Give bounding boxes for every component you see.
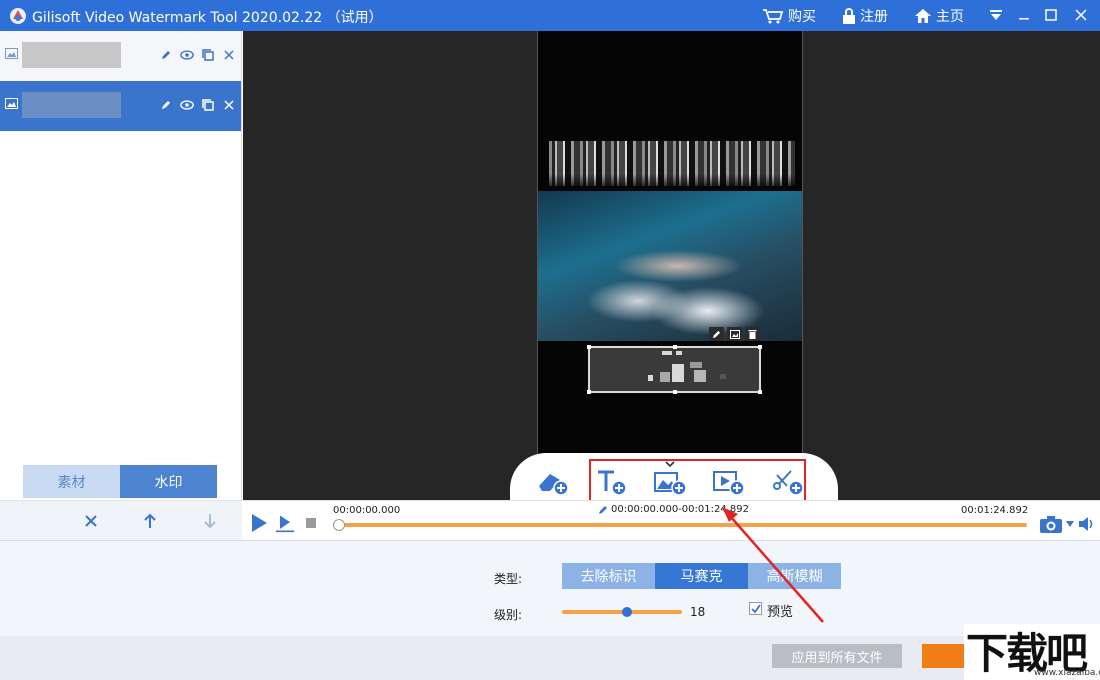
type-selector: 去除标识 马赛克 高斯模糊 [562, 563, 841, 589]
tab-watermark[interactable]: 水印 [120, 465, 217, 498]
timeline: 00:00:00.000 00:00:00.000-00:01:24.892 0… [243, 500, 1100, 540]
type-label: 类型: [494, 572, 523, 586]
timeline-track[interactable] [339, 523, 1027, 527]
add-image-watermark-button[interactable] [652, 465, 688, 497]
eye-icon[interactable] [180, 98, 194, 112]
home-label: 主页 [936, 9, 964, 25]
delete-item-icon[interactable] [222, 48, 236, 62]
cart-icon [763, 9, 784, 24]
home-button[interactable]: 主页 [914, 5, 964, 27]
site-logo-url: www.xiazaiba.com [1034, 668, 1100, 678]
time-range: 00:00:00.000-00:01:24.892 [598, 504, 749, 515]
preview-label: 预览 [767, 605, 794, 620]
register-button[interactable]: 注册 [842, 5, 888, 27]
watermark-thumbnail [22, 42, 121, 68]
play-button[interactable] [249, 513, 269, 533]
timeline-playhead[interactable] [333, 519, 345, 531]
add-text-watermark-button[interactable] [594, 465, 630, 497]
level-label: 级别: [494, 608, 523, 622]
watermark-item-2[interactable] [0, 81, 241, 131]
maximize-icon [1045, 9, 1057, 21]
type-option-remove-logo[interactable]: 去除标识 [562, 563, 655, 589]
delete-item-icon[interactable] [222, 98, 236, 112]
trash-icon[interactable] [745, 327, 760, 341]
duplicate-icon[interactable] [201, 98, 215, 112]
pencil-icon [599, 505, 607, 514]
move-up-icon[interactable] [140, 511, 160, 531]
duplicate-icon[interactable] [201, 48, 215, 62]
shape-add-icon [773, 470, 804, 496]
edit-icon[interactable] [709, 327, 724, 341]
eraser-add-icon [539, 474, 569, 496]
eye-icon[interactable] [180, 48, 194, 62]
close-window-button[interactable] [1070, 4, 1092, 26]
list-toolbar [0, 500, 242, 540]
video-preview-area [243, 31, 1100, 500]
close-icon [1075, 9, 1087, 21]
checkmark-icon [750, 603, 761, 613]
chevron-down-icon[interactable] [665, 461, 675, 469]
camera-icon[interactable] [1039, 514, 1063, 534]
video-scene [538, 191, 802, 341]
lock-icon [843, 8, 855, 24]
watermark-float-toolbar [709, 327, 760, 341]
add-video-watermark-button[interactable] [711, 465, 747, 497]
edit-icon[interactable] [159, 48, 173, 62]
minimize-icon [1019, 18, 1029, 20]
stop-button[interactable] [301, 513, 321, 533]
edit-icon[interactable] [159, 98, 173, 112]
type-option-mosaic[interactable]: 马赛克 [655, 563, 748, 589]
stop-icon [306, 518, 316, 528]
buy-button[interactable]: 购买 [762, 5, 816, 27]
image-icon [5, 48, 18, 59]
app-logo-icon [10, 8, 26, 24]
mosaic-settings-panel: 类型: 去除标识 马赛克 高斯模糊 级别: 18 预览 应用到所有文件 [0, 540, 1100, 680]
remove-icon[interactable] [81, 511, 101, 531]
buy-label: 购买 [788, 9, 816, 25]
window-title: Gilisoft Video Watermark Tool 2020.02.22… [32, 10, 383, 26]
menu-button[interactable] [985, 4, 1007, 26]
chevron-down-icon[interactable] [1066, 521, 1074, 527]
play-range-icon [275, 515, 295, 533]
apply-to-all-button[interactable]: 应用到所有文件 [772, 644, 902, 668]
video-glitch-band [549, 141, 795, 186]
home-icon [915, 9, 931, 23]
time-end: 00:01:24.892 [961, 505, 1029, 516]
video-add-icon [713, 471, 745, 496]
site-watermark-logo: 下载吧 www.xiazaiba.com [964, 624, 1100, 680]
text-add-icon [598, 470, 627, 496]
volume-icon[interactable] [1077, 515, 1095, 533]
footer-bar: 应用到所有文件 [0, 636, 1100, 680]
add-shape-watermark-button[interactable] [770, 465, 806, 497]
preview-checkbox[interactable] [749, 602, 762, 615]
play-selection-button[interactable] [275, 513, 295, 533]
add-eraser-watermark-button[interactable] [535, 465, 571, 497]
tab-material[interactable]: 素材 [23, 465, 120, 498]
level-slider-handle[interactable] [621, 607, 632, 617]
title-bar: Gilisoft Video Watermark Tool 2020.02.22… [0, 0, 1100, 31]
type-option-gaussian-blur[interactable]: 高斯模糊 [748, 563, 841, 589]
move-down-icon[interactable] [200, 511, 220, 531]
image-icon[interactable] [727, 327, 742, 341]
sidebar-tabs: 素材 水印 [23, 465, 217, 498]
watermark-list-panel: 素材 水印 [0, 31, 242, 540]
register-label: 注册 [860, 9, 888, 25]
menu-icon [990, 10, 1002, 20]
time-range-label: 00:00:00.000-00:01:24.892 [611, 504, 749, 515]
watermark-thumbnail [22, 92, 121, 118]
maximize-button[interactable] [1040, 4, 1062, 26]
video-frame [537, 31, 803, 500]
time-start: 00:00:00.000 [333, 505, 401, 516]
image-icon [5, 98, 18, 109]
watermark-item-1[interactable] [0, 31, 241, 81]
minimize-button[interactable] [1013, 4, 1035, 26]
play-icon [252, 514, 267, 532]
image-add-icon [654, 472, 687, 496]
level-value: 18 [690, 605, 706, 619]
mosaic-region[interactable] [587, 345, 762, 394]
